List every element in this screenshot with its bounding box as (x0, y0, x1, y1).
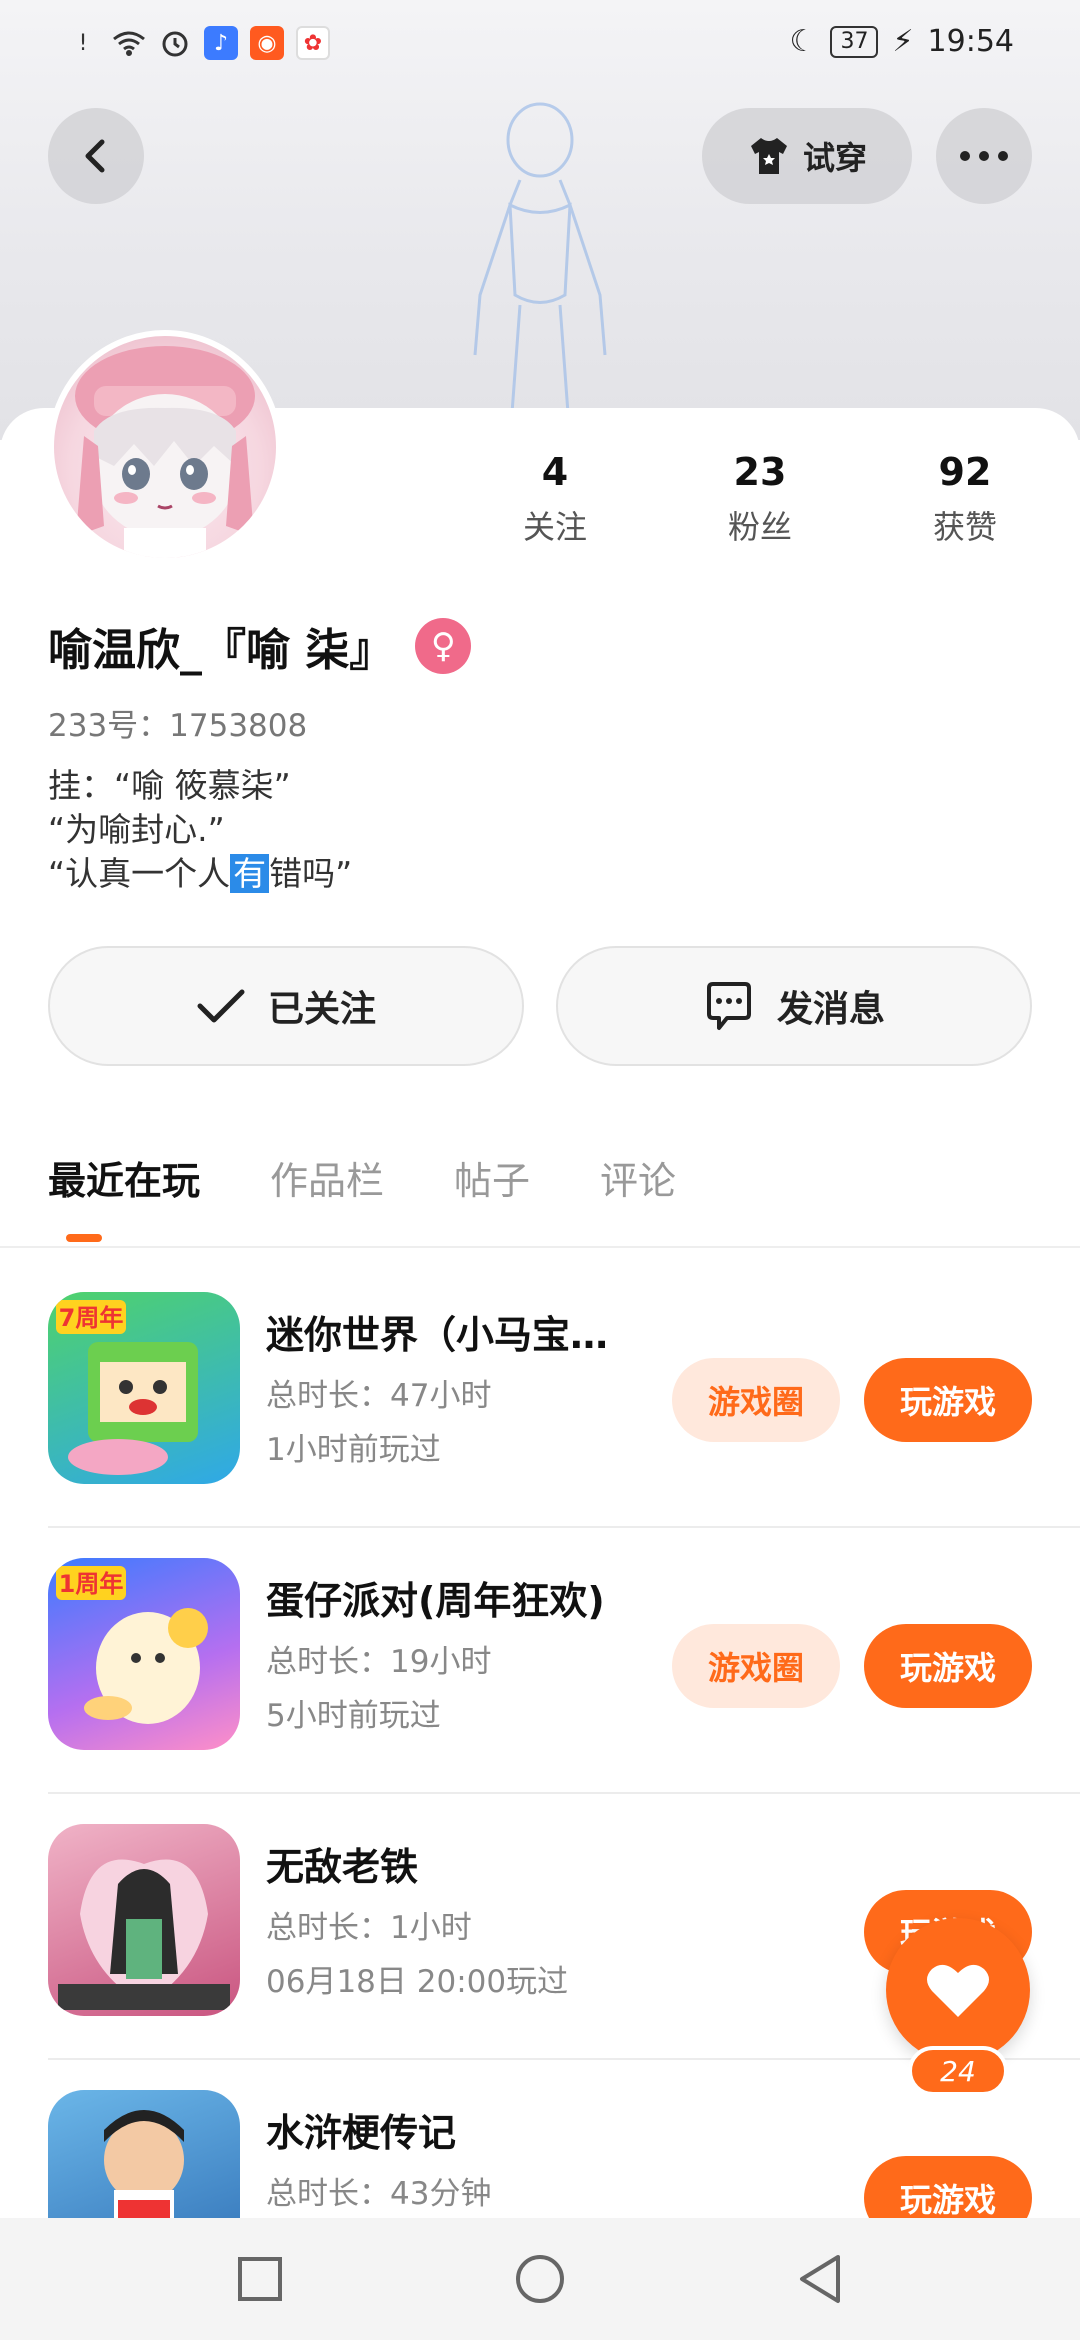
stat-following[interactable]: 4 关注 (470, 450, 640, 548)
moon-icon: ☾ (789, 24, 817, 59)
more-dots-icon (960, 151, 1008, 161)
tab-comments[interactable]: 评论 (600, 1150, 676, 1230)
bio-line: “为喻封心.” (48, 810, 225, 849)
game-duration: 总时长：47小时 (266, 1378, 492, 1414)
music-app-icon: ♪ (204, 26, 238, 60)
chevron-left-icon (85, 139, 105, 173)
game-last-played: 06月18日 20:00玩过 (266, 1964, 569, 2000)
game-duration: 总时长：43分钟 (266, 2176, 492, 2212)
game-duration: 总时长：1小时 (266, 1910, 472, 1946)
status-bar: ! ♪ ◉ ✿ ☾ 37 ⚡ 19:54 (0, 0, 1080, 90)
like-count-badge: 24 (908, 2046, 1008, 2096)
game-badge: 1周年 (59, 1570, 124, 1598)
play-game-button[interactable]: 玩游戏 (864, 1624, 1032, 1708)
bio-line: “认真一个人有错吗” (48, 852, 352, 896)
checkmark-icon (197, 989, 245, 1023)
wifi-icon (112, 26, 146, 60)
bio-line: 挂：“喻 筱慕柒” (48, 766, 291, 805)
tabs-divider (0, 1246, 1080, 1248)
more-options-button[interactable] (936, 108, 1032, 204)
tab-recently-played[interactable]: 最近在玩 (48, 1150, 200, 1230)
profile-stats: 4 关注 23 粉丝 92 获赞 (470, 450, 1050, 548)
game-circle-button[interactable]: 游戏圈 (672, 1624, 840, 1708)
play-game-button[interactable]: 玩游戏 (864, 1358, 1032, 1442)
send-message-label: 发消息 (776, 989, 885, 1030)
stat-label: 关注 (522, 508, 587, 546)
system-navigation-bar (0, 2218, 1080, 2340)
bio: 挂：“喻 筱慕柒” “为喻封心.” “认真一个人有错吗” (48, 764, 352, 896)
tab-posts[interactable]: 帖子 (454, 1150, 530, 1230)
stat-value: 4 (541, 450, 569, 494)
followed-button[interactable]: 已关注 (48, 946, 524, 1066)
bio-highlight: 有 (230, 854, 270, 893)
kuaishou-app-icon: ◉ (250, 26, 284, 60)
game-title: 水浒梗传记 (266, 2111, 457, 2155)
avatar[interactable] (48, 330, 282, 564)
stat-value: 92 (938, 450, 992, 494)
chat-bubble-icon (706, 982, 751, 1030)
followed-label: 已关注 (267, 989, 376, 1030)
back-button[interactable] (48, 108, 144, 204)
list-item[interactable]: 1周年 蛋仔派对(周年狂欢) 总时长：19小时 5小时前玩过 游戏圈 玩游戏 (48, 1528, 1080, 1794)
list-item[interactable]: 7周年 迷你世界（小马宝… 总时长：47小时 1小时前玩过 游戏圈 玩游戏 (48, 1262, 1080, 1528)
game-title: 蛋仔派对(周年狂欢) (266, 1579, 605, 1623)
like-fab-button[interactable] (886, 1918, 1030, 2062)
stat-followers[interactable]: 23 粉丝 (675, 450, 845, 548)
try-on-button[interactable]: 试穿 (702, 108, 912, 204)
game-icon-eggy-party: 1周年 (48, 1558, 240, 1750)
game-title: 迷你世界（小马宝… (266, 1313, 609, 1357)
clock-time: 19:54 (927, 24, 1014, 59)
username: 喻温欣_『喻 柒』 (48, 625, 394, 676)
alarm-icon (158, 26, 192, 60)
stat-label: 粉丝 (727, 508, 792, 546)
game-last-played: 5小时前玩过 (266, 1698, 441, 1734)
back-triangle-icon[interactable] (796, 2253, 844, 2305)
alert-icon: ! (78, 30, 88, 56)
game-icon-invincible-laotie (48, 1824, 240, 2016)
game-badge: 7周年 (59, 1304, 124, 1332)
game-title: 无敌老铁 (266, 1845, 419, 1889)
recent-apps-icon[interactable] (236, 2255, 284, 2303)
tab-works[interactable]: 作品栏 (270, 1150, 384, 1230)
stat-likes[interactable]: 92 获赞 (880, 450, 1050, 548)
charging-icon: ⚡ (892, 24, 914, 59)
username-row: 喻温欣_『喻 柒』 ♀ (48, 614, 472, 678)
game-icon-mini-world: 7周年 (48, 1292, 240, 1484)
baidu-app-icon: ✿ (296, 26, 330, 60)
send-message-button[interactable]: 发消息 (556, 946, 1032, 1066)
avatar-figure-hologram (473, 102, 607, 414)
bio-text: “认真一个人 (48, 854, 231, 893)
try-on-label: 试穿 (802, 139, 867, 177)
home-icon[interactable] (514, 2253, 566, 2305)
stat-value: 23 (733, 450, 787, 494)
game-duration: 总时长：19小时 (266, 1644, 492, 1680)
bio-text: 错吗” (269, 854, 353, 893)
stat-label: 获赞 (932, 508, 997, 546)
profile-tabs: 最近在玩 作品栏 帖子 评论 (48, 1150, 676, 1230)
battery-indicator: 37 (830, 25, 879, 58)
game-circle-button[interactable]: 游戏圈 (672, 1358, 840, 1442)
shirt-icon (750, 138, 787, 174)
active-tab-indicator (66, 1234, 102, 1242)
heart-icon (927, 1964, 989, 2017)
user-id: 233号：1753808 (48, 708, 308, 744)
female-gender-icon: ♀ (415, 618, 472, 674)
game-last-played: 1小时前玩过 (266, 1432, 441, 1468)
